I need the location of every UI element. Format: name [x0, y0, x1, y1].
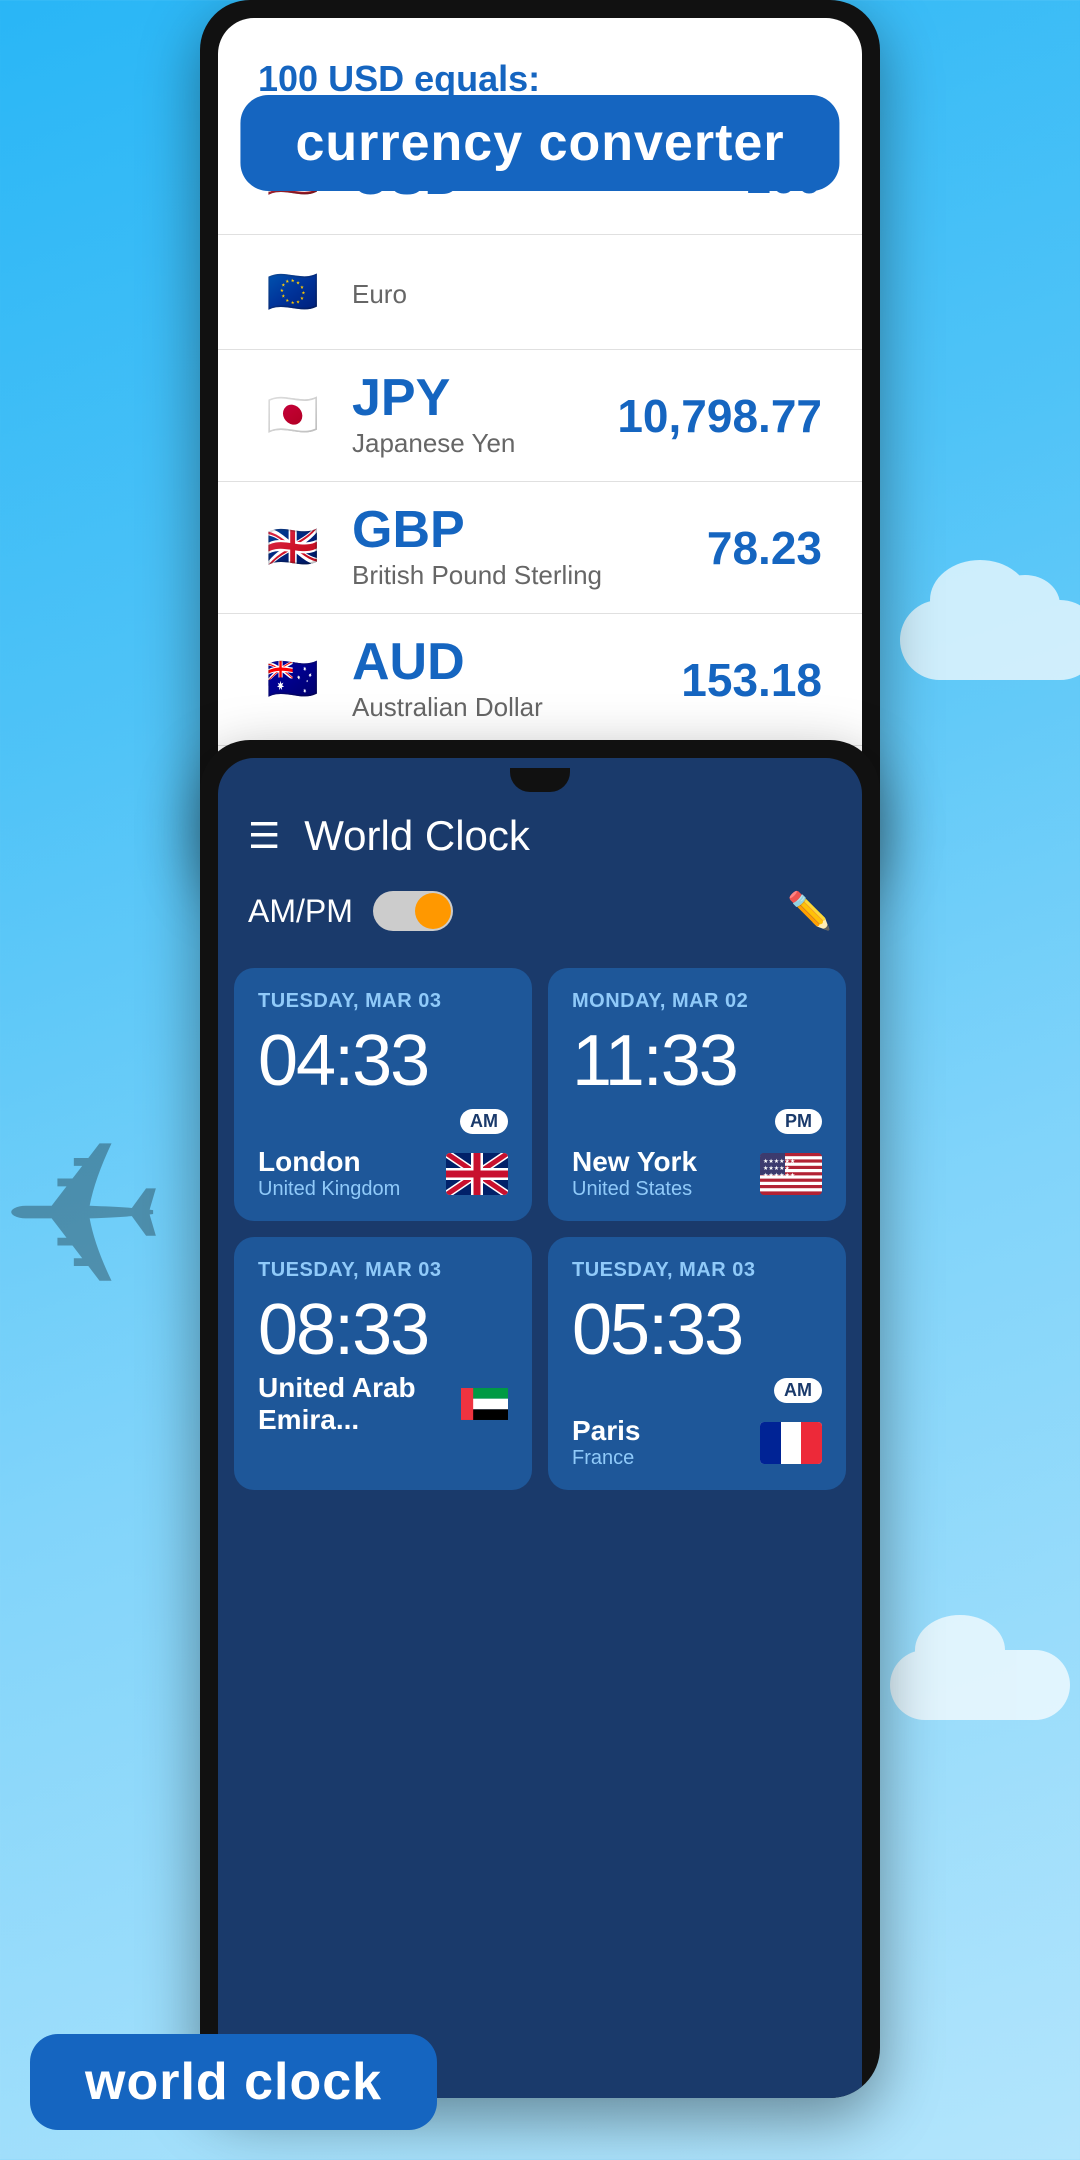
- paris-date: TUESDAY, MAR 03: [572, 1259, 822, 1282]
- uae-footer: United Arab Emira...: [258, 1372, 508, 1436]
- aud-code: AUD: [352, 636, 681, 688]
- jpy-code: JPY: [352, 372, 617, 424]
- uae-city-info: United Arab Emira...: [258, 1372, 461, 1436]
- svg-text:★★★★★★: ★★★★★★: [763, 1158, 795, 1165]
- edit-icon[interactable]: ✏️: [787, 890, 832, 932]
- uae-city: United Arab Emira...: [258, 1372, 461, 1436]
- london-city-info: London United Kingdom: [258, 1146, 400, 1201]
- notch-area: [218, 758, 862, 792]
- paris-time: 05:33: [572, 1294, 822, 1366]
- world-clock-phone: ☰ World Clock AM/PM ✏️ TUESDAY, MAR 03 0…: [200, 740, 880, 2098]
- newyork-time: 11:33: [572, 1025, 822, 1097]
- gbp-value: 78.23: [707, 521, 822, 575]
- paris-footer: Paris France: [572, 1415, 822, 1470]
- jpy-flag: 🇯🇵: [258, 381, 328, 451]
- paris-flag: [760, 1422, 822, 1464]
- eur-name: Euro: [352, 279, 822, 310]
- paris-city: Paris: [572, 1415, 641, 1447]
- currency-row-jpy[interactable]: 🇯🇵 JPY Japanese Yen 10,798.77: [218, 350, 862, 482]
- aud-flag: 🇦🇺: [258, 645, 328, 715]
- eur-info: Euro: [352, 275, 822, 310]
- currency-converter-label: currency converter: [240, 95, 839, 191]
- svg-text:★★★★★★: ★★★★★★: [763, 1172, 795, 1179]
- newyork-city-info: New York United States: [572, 1146, 697, 1201]
- ampm-label: AM/PM: [248, 893, 353, 930]
- phone-notch: [510, 768, 570, 792]
- clock-card-newyork[interactable]: MONDAY, MAR 02 11:33 PM New York United …: [548, 968, 846, 1221]
- svg-text:★★★★★: ★★★★★: [763, 1165, 790, 1172]
- london-date: TUESDAY, MAR 03: [258, 990, 508, 1013]
- eur-flag: 🇪🇺: [258, 257, 328, 327]
- clock-grid: TUESDAY, MAR 03 04:33 AM London United K…: [218, 952, 862, 1506]
- currency-row-aud[interactable]: 🇦🇺 AUD Australian Dollar 153.18: [218, 614, 862, 746]
- newyork-country: United States: [572, 1178, 697, 1201]
- london-city: London: [258, 1146, 400, 1178]
- clock-card-london[interactable]: TUESDAY, MAR 03 04:33 AM London United K…: [234, 968, 532, 1221]
- gbp-name: British Pound Sterling: [352, 560, 707, 591]
- gbp-info: GBP British Pound Sterling: [352, 504, 707, 591]
- london-footer: London United Kingdom: [258, 1146, 508, 1201]
- aud-info: AUD Australian Dollar: [352, 636, 681, 723]
- aud-name: Australian Dollar: [352, 692, 681, 723]
- world-clock-screen: ☰ World Clock AM/PM ✏️ TUESDAY, MAR 03 0…: [218, 758, 862, 2098]
- toggle-thumb: [415, 893, 451, 929]
- ampm-toggle-row: AM/PM ✏️: [218, 880, 862, 952]
- jpy-name: Japanese Yen: [352, 428, 617, 459]
- world-clock-badge: world clock: [30, 2034, 437, 2130]
- jpy-value: 10,798.77: [617, 389, 822, 443]
- paris-country: France: [572, 1447, 641, 1470]
- london-ampm: AM: [460, 1109, 508, 1134]
- gbp-flag: 🇬🇧: [258, 513, 328, 583]
- world-clock-header: ☰ World Clock: [218, 792, 862, 880]
- aud-value: 153.18: [681, 653, 822, 707]
- world-clock-title: World Clock: [304, 812, 832, 860]
- ampm-toggle[interactable]: [373, 891, 453, 931]
- currency-row-eur[interactable]: 🇪🇺 Euro: [218, 235, 862, 350]
- newyork-city: New York: [572, 1146, 697, 1178]
- jpy-info: JPY Japanese Yen: [352, 372, 617, 459]
- uae-flag: [461, 1383, 508, 1425]
- newyork-ampm: PM: [775, 1109, 822, 1134]
- newyork-footer: New York United States: [572, 1146, 822, 1201]
- clock-card-uae[interactable]: TUESDAY, MAR 03 08:33 United Arab Emira.…: [234, 1237, 532, 1490]
- clock-card-paris[interactable]: TUESDAY, MAR 03 05:33 AM Paris France: [548, 1237, 846, 1490]
- london-time: 04:33: [258, 1025, 508, 1097]
- london-country: United Kingdom: [258, 1178, 400, 1201]
- airplane-decoration: ✈: [0, 1100, 168, 1333]
- paris-city-info: Paris France: [572, 1415, 641, 1470]
- london-flag: [446, 1153, 508, 1195]
- newyork-date: MONDAY, MAR 02: [572, 990, 822, 1013]
- gbp-code: GBP: [352, 504, 707, 556]
- uae-time: 08:33: [258, 1294, 508, 1366]
- paris-ampm: AM: [774, 1378, 822, 1403]
- hamburger-icon[interactable]: ☰: [248, 815, 280, 857]
- uae-date: TUESDAY, MAR 03: [258, 1259, 508, 1282]
- newyork-flag: ★★★★★★ ★★★★★ ★★★★★★: [760, 1153, 822, 1195]
- currency-row-gbp[interactable]: 🇬🇧 GBP British Pound Sterling 78.23: [218, 482, 862, 614]
